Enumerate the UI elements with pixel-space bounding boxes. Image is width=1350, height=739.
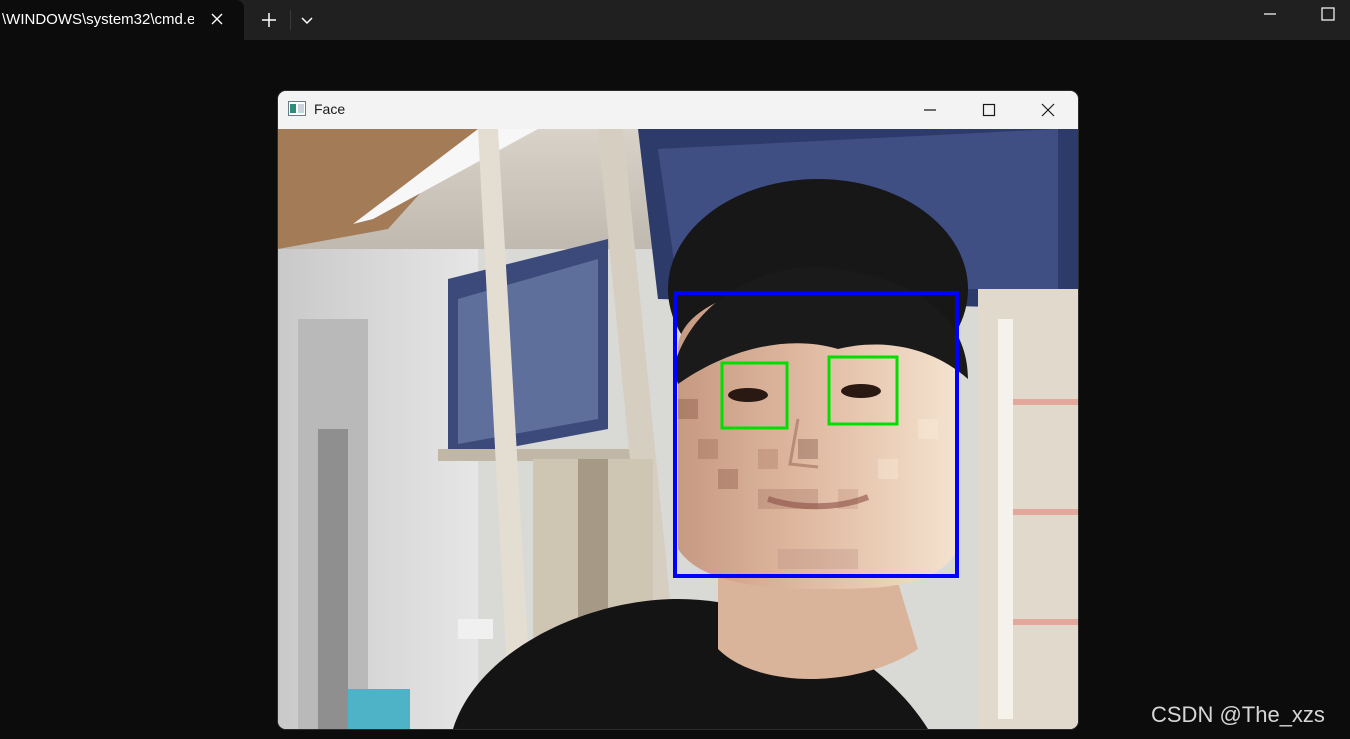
- terminal-tab-bar: \WINDOWS\system32\cmd.e: [0, 0, 1350, 40]
- webcam-frame: [278, 129, 1078, 729]
- face-window-title: Face: [314, 101, 346, 117]
- terminal-tab[interactable]: \WINDOWS\system32\cmd.e: [0, 0, 244, 40]
- maximize-icon[interactable]: [981, 102, 997, 118]
- minimize-icon[interactable]: [922, 102, 938, 118]
- face-window[interactable]: Face: [278, 91, 1078, 729]
- close-icon[interactable]: [209, 11, 225, 27]
- tab-divider: [290, 10, 291, 30]
- plus-icon[interactable]: [258, 9, 280, 31]
- close-icon[interactable]: [1040, 102, 1056, 118]
- opencv-window-icon: [288, 101, 306, 116]
- csdn-watermark: CSDN @The_xzs: [1151, 702, 1325, 727]
- chevron-down-icon[interactable]: [298, 12, 316, 28]
- maximize-icon[interactable]: [1320, 6, 1336, 22]
- face-window-titlebar[interactable]: Face: [278, 91, 1078, 129]
- terminal-tab-title: \WINDOWS\system32\cmd.e: [2, 11, 194, 28]
- minimize-icon[interactable]: [1262, 6, 1278, 22]
